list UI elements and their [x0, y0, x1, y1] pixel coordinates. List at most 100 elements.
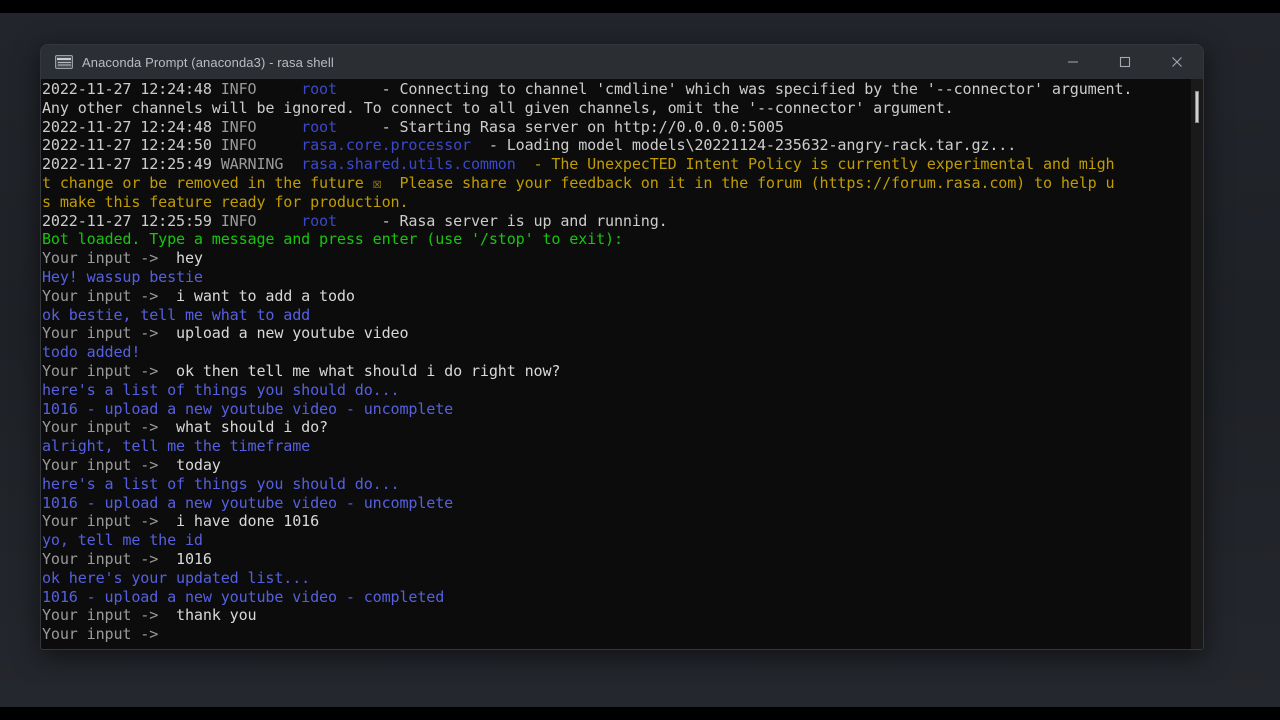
terminal-line-turn-9-user: Your input -> thank you: [41, 606, 1191, 625]
terminal-text: ok bestie, tell me what to add: [42, 305, 311, 324]
terminal-text: Bot loaded. Type a message and press ent…: [42, 230, 623, 249]
terminal-text: hey: [158, 249, 203, 268]
terminal-text: Your input ->: [42, 286, 159, 305]
terminal-text: root: [301, 211, 346, 230]
terminal-text: todo added!: [42, 343, 141, 362]
terminal-text: Your input ->: [42, 625, 159, 644]
terminal-line-turn-8-user: Your input -> 1016: [41, 550, 1191, 569]
terminal-line-turn-5-bot: alright, tell me the timeframe: [41, 437, 1191, 456]
terminal-line-turn-6-bot-a: here's a list of things you should do...: [41, 475, 1191, 494]
terminal-text: rasa.core.processor: [301, 136, 480, 155]
terminal-line-turn-8-bot-b: 1016 - upload a new youtube video - comp…: [41, 588, 1191, 607]
terminal-line-turn-7-user: Your input -> i have done 1016: [41, 512, 1191, 531]
terminal-text: rasa.shared.utils.common: [301, 155, 525, 174]
terminal-line-turn-2-bot: ok bestie, tell me what to add: [41, 306, 1191, 325]
terminal-line-log-4: 2022-11-27 12:24:50 INFO rasa.core.proce…: [41, 136, 1191, 155]
window-controls: [1047, 45, 1203, 79]
terminal-text: i have done 1016: [158, 512, 320, 531]
terminal-text: - Rasa server is up and running.: [345, 211, 668, 230]
letterbox-bottom: [0, 707, 1280, 720]
scrollbar-thumb[interactable]: [1195, 91, 1199, 123]
terminal-text: today: [158, 455, 221, 474]
window-title: Anaconda Prompt (anaconda3) - rasa shell: [82, 54, 334, 70]
terminal-text: s make this feature ready for production…: [42, 192, 409, 211]
terminal-line-log-6: t change or be removed in the future ☒ P…: [41, 174, 1191, 193]
screen: Anaconda Prompt (anaconda3) - rasa shell…: [0, 0, 1280, 720]
terminal-text: alright, tell me the timeframe: [42, 437, 311, 456]
terminal-line-bot-loaded: Bot loaded. Type a message and press ent…: [41, 230, 1191, 249]
terminal-line-turn-4-bot-a: here's a list of things you should do...: [41, 381, 1191, 400]
terminal-text: INFO: [220, 211, 302, 230]
terminal-line-log-2: Any other channels will be ignored. To c…: [41, 99, 1191, 118]
terminal-line-turn-6-user: Your input -> today: [41, 456, 1191, 475]
terminal-line-turn-1-user: Your input -> hey: [41, 249, 1191, 268]
terminal-text: 2022-11-27 12:25:49: [42, 155, 221, 174]
terminal-line-log-1: 2022-11-27 12:24:48 INFO root - Connecti…: [41, 80, 1191, 99]
terminal-text: 2022-11-27 12:24:48: [42, 80, 221, 98]
maximize-button[interactable]: [1099, 45, 1151, 79]
terminal-text: here's a list of things you should do...: [42, 474, 400, 493]
console-icon: [55, 55, 73, 69]
terminal-text: Your input ->: [42, 606, 159, 625]
terminal-line-turn-6-bot-b: 1016 - upload a new youtube video - unco…: [41, 494, 1191, 513]
terminal-line-turn-2-user: Your input -> i want to add a todo: [41, 287, 1191, 306]
terminal-text: 2022-11-27 12:25:59: [42, 211, 221, 230]
terminal-text: - Starting Rasa server on http://0.0.0.0…: [345, 117, 784, 136]
terminal-text: - Connecting to channel 'cmdline' which …: [345, 80, 1133, 98]
terminal-line-turn-1-bot: Hey! wassup bestie: [41, 268, 1191, 287]
terminal-text: 2022-11-27 12:24:48: [42, 117, 221, 136]
terminal-text: Your input ->: [42, 512, 159, 531]
terminal-line-turn-4-bot-b: 1016 - upload a new youtube video - unco…: [41, 400, 1191, 419]
terminal-line-log-7: s make this feature ready for production…: [41, 193, 1191, 212]
terminal-text: t change or be removed in the future ☒ P…: [42, 173, 1115, 192]
terminal-line-log-5: 2022-11-27 12:25:49 WARNING rasa.shared.…: [41, 155, 1191, 174]
console-output: 2022-11-27 12:24:48 INFO root - Connecti…: [41, 80, 1191, 644]
terminal-text: INFO: [220, 80, 302, 98]
terminal-body[interactable]: 2022-11-27 12:24:48 INFO root - Connecti…: [41, 79, 1203, 649]
terminal-line-log-3: 2022-11-27 12:24:48 INFO root - Starting…: [41, 118, 1191, 137]
terminal-text: ok here's your updated list...: [42, 568, 311, 587]
terminal-text: 2022-11-27 12:24:50: [42, 136, 221, 155]
terminal-line-turn-5-user: Your input -> what should i do?: [41, 418, 1191, 437]
terminal-text: Any other channels will be ignored. To c…: [42, 98, 954, 117]
terminal-text: - The UnexpecTED Intent Policy is curren…: [524, 155, 1115, 174]
terminal-line-turn-3-bot: todo added!: [41, 343, 1191, 362]
terminal-text: ok then tell me what should i do right n…: [158, 361, 561, 380]
terminal-text: INFO: [220, 136, 302, 155]
terminal-text: yo, tell me the id: [42, 531, 203, 550]
scrollbar-track[interactable]: [1191, 79, 1203, 649]
terminal-text: Your input ->: [42, 455, 159, 474]
terminal-text: 1016 - upload a new youtube video - unco…: [42, 493, 454, 512]
terminal-text: 1016 - upload a new youtube video - unco…: [42, 399, 454, 418]
terminal-text: Hey! wassup bestie: [42, 267, 203, 286]
terminal-line-turn-4-user: Your input -> ok then tell me what shoul…: [41, 362, 1191, 381]
terminal-line-prompt-active: Your input ->: [41, 625, 1191, 644]
terminal-line-log-8: 2022-11-27 12:25:59 INFO root - Rasa ser…: [41, 212, 1191, 231]
terminal-text: 1016 - upload a new youtube video - comp…: [42, 587, 445, 606]
terminal-line-turn-7-bot: yo, tell me the id: [41, 531, 1191, 550]
terminal-text: i want to add a todo: [158, 286, 355, 305]
terminal-text: Your input ->: [42, 418, 159, 437]
terminal-text: Your input ->: [42, 249, 159, 268]
terminal-text: 1016: [158, 549, 212, 568]
terminal-text: INFO: [220, 117, 302, 136]
terminal-line-turn-3-user: Your input -> upload a new youtube video: [41, 324, 1191, 343]
terminal-text: here's a list of things you should do...: [42, 380, 400, 399]
minimize-button[interactable]: [1047, 45, 1099, 79]
terminal-text: what should i do?: [158, 418, 328, 437]
terminal-text: upload a new youtube video: [158, 324, 409, 343]
terminal-text: thank you: [158, 606, 257, 625]
terminal-window: Anaconda Prompt (anaconda3) - rasa shell…: [40, 44, 1204, 650]
terminal-text: WARNING: [220, 155, 302, 174]
terminal-text: root: [301, 117, 346, 136]
terminal-text: Your input ->: [42, 549, 159, 568]
terminal-text: Your input ->: [42, 324, 159, 343]
terminal-text: root: [301, 80, 346, 98]
terminal-text: - Loading model models\20221124-235632-a…: [479, 136, 1017, 155]
terminal-line-turn-8-bot-a: ok here's your updated list...: [41, 569, 1191, 588]
close-button[interactable]: [1151, 45, 1203, 79]
terminal-text: Your input ->: [42, 361, 159, 380]
window-titlebar[interactable]: Anaconda Prompt (anaconda3) - rasa shell: [41, 45, 1203, 79]
letterbox-top: [0, 0, 1280, 13]
